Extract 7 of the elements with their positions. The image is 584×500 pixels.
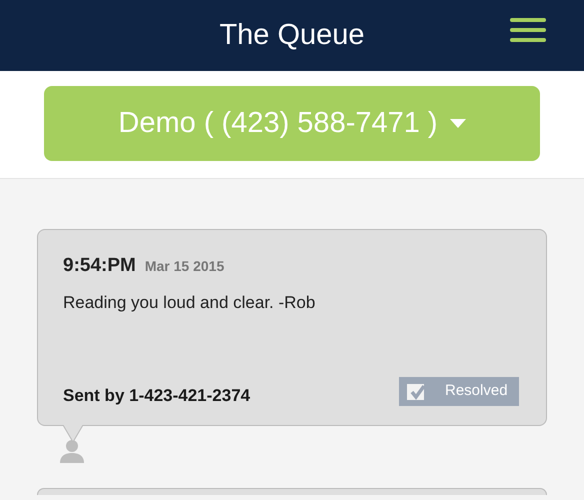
- resolved-toggle[interactable]: Resolved: [399, 377, 519, 406]
- message-date: Mar 15 2015: [144, 257, 224, 276]
- message-text: Reading you loud and clear. -Rob: [63, 292, 316, 314]
- app-title: The Queue: [219, 18, 365, 53]
- sender-label: Sent by 1-423-421-2374: [63, 384, 250, 406]
- message-time: 9:54:PM: [63, 254, 136, 278]
- account-dropdown[interactable]: Demo ( (423) 588-7471 ): [44, 86, 540, 161]
